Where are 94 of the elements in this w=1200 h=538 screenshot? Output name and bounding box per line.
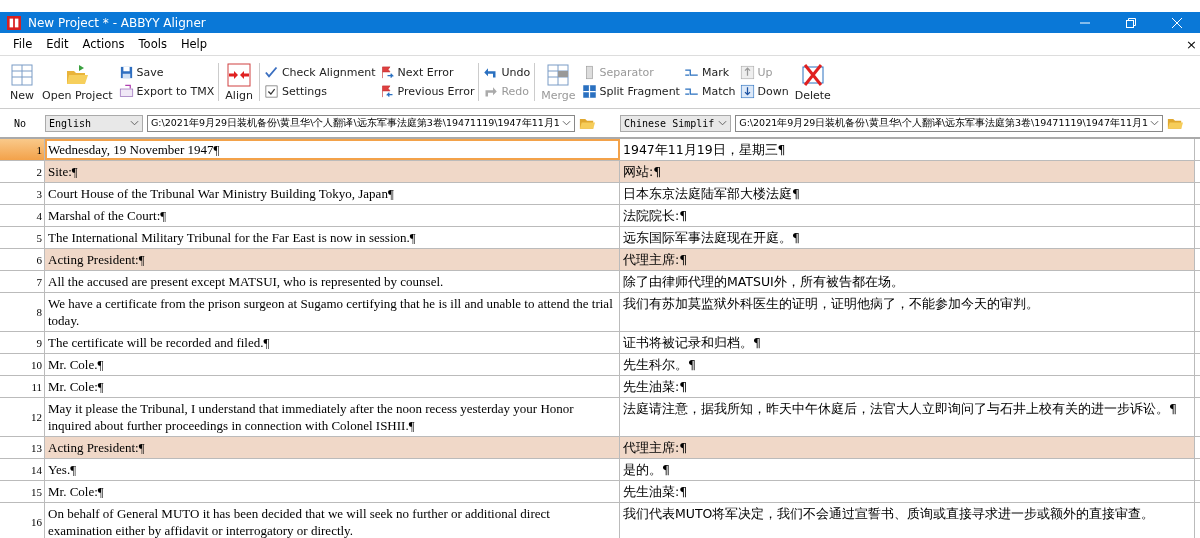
toolbar-button[interactable]: Previous Error — [379, 84, 475, 99]
target-cell[interactable]: 我们代表MUTO将军决定，我们不会通过宣誓书、质询或直接寻求进一步或额外的直接审查。 — [620, 503, 1195, 538]
source-cell[interactable]: Site:¶ — [45, 161, 620, 182]
toolbar-button[interactable]: Save — [118, 65, 215, 80]
row-number[interactable]: 12 — [0, 398, 45, 436]
menu-item[interactable]: Actions — [82, 37, 125, 51]
toolbar-button[interactable]: Next Error — [379, 65, 475, 80]
menu-item[interactable]: Tools — [138, 37, 167, 51]
table-icon — [546, 62, 571, 87]
toolbar-button[interactable]: Mark — [683, 65, 736, 80]
chevron-down-icon — [718, 120, 728, 126]
toolbar-button[interactable]: Check Alignment — [263, 65, 376, 80]
grid-icon — [581, 84, 597, 99]
close-button[interactable]: × — [1186, 36, 1197, 52]
target-cell[interactable]: 我们有苏加莫监狱外科医生的证明，证明他病了，不能参加今天的审判。 — [620, 293, 1195, 331]
window-title: New Project * - ABBYY Aligner — [28, 15, 206, 30]
target-cell[interactable]: 先生油菜:¶ — [620, 481, 1195, 502]
target-cell[interactable]: 先生油菜:¶ — [620, 376, 1195, 397]
toolbar-button[interactable]: Match — [683, 84, 736, 99]
target-cell[interactable]: 法庭请注意，据我所知，昨天中午休庭后，法官大人立即询问了与石井上校有关的进一步诉讼。¶ — [620, 398, 1195, 436]
row-number[interactable]: 1 — [0, 139, 45, 160]
source-cell[interactable]: The International Military Tribunal for the Far East is now in session.¶ — [45, 227, 620, 248]
source-cell[interactable]: Mr. Cole.¶ — [45, 354, 620, 375]
row-number[interactable]: 7 — [0, 271, 45, 292]
toolbar-button[interactable]: Split Fragment — [581, 84, 680, 99]
flag-icon — [379, 65, 395, 80]
row-number[interactable]: 16 — [0, 503, 45, 538]
target-cell[interactable]: 1947年11月19日，星期三¶ — [620, 139, 1195, 160]
row-number[interactable]: 11 — [0, 376, 45, 397]
folder-icon — [65, 62, 90, 87]
language-dropdown[interactable]: Chinese Simplif — [620, 114, 732, 132]
menu-item[interactable]: Help — [180, 37, 208, 51]
row-number[interactable]: 15 — [0, 481, 45, 502]
folder-icon[interactable] — [579, 116, 595, 130]
row-number[interactable]: 3 — [0, 183, 45, 204]
source-cell[interactable]: Acting President:¶ — [45, 249, 620, 270]
folder-icon[interactable] — [1167, 116, 1184, 130]
source-cell[interactable]: All the accused are present except MATSUI, who is represented by counsel. — [45, 271, 620, 292]
target-cell[interactable]: 法院院长:¶ — [620, 205, 1195, 226]
close-icon[interactable] — [1172, 17, 1182, 28]
source-cell[interactable]: Yes.¶ — [45, 459, 620, 480]
menu-item[interactable]: File — [13, 37, 33, 51]
export-icon — [118, 84, 134, 99]
source-cell[interactable]: Acting President:¶ — [45, 437, 620, 458]
target-cell[interactable]: 是的。¶ — [620, 459, 1195, 480]
target-cell[interactable]: 网站:¶ — [620, 161, 1195, 182]
file-path-dropdown[interactable]: G:\2021年9月29日装机备份\黄旦华\个人翻译\远东军事法庭第3卷\19471119\1947年11月1 — [735, 114, 1164, 132]
app-icon — [7, 15, 21, 30]
flag-icon — [379, 84, 395, 99]
target-cell[interactable]: 日本东京法庭陆军部大楼法庭¶ — [620, 183, 1195, 204]
up-icon — [739, 65, 755, 80]
target-cell[interactable]: 代理主席:¶ — [620, 437, 1195, 458]
source-cell[interactable]: The certificate will be recorded and filed.¶ — [45, 332, 620, 353]
toolbar-button[interactable]: Export to TMX — [118, 84, 215, 99]
toolbar-button[interactable]: Down — [739, 84, 789, 99]
row-number[interactable]: 9 — [0, 332, 45, 353]
target-cell[interactable]: 证书将被记录和归档。¶ — [620, 332, 1195, 353]
arrows-icon — [227, 62, 252, 87]
restore-icon[interactable] — [1126, 17, 1136, 28]
table-icon — [10, 62, 34, 87]
column-heading: No — [13, 117, 28, 129]
toolbar-button[interactable]: Settings — [263, 84, 376, 99]
source-cell[interactable]: On behalf of General MUTO it has been decided that we will seek no further or additional direct examination either by affidavit or interrogatory or directly. — [45, 503, 620, 538]
toolbar-button[interactable]: Open Project — [40, 62, 115, 102]
target-cell[interactable]: 除了由律师代理的MATSUI外，所有被告都在场。 — [620, 271, 1195, 292]
menu-item[interactable]: Edit — [46, 37, 69, 51]
language-dropdown[interactable]: English — [45, 114, 143, 132]
source-cell[interactable]: May it please the Tribunal, I understand that immediately after the noon recess yesterday your Honor inquired about further proceedings in connection with Colonel ISHII.¶ — [45, 398, 620, 436]
row-number[interactable]: 4 — [0, 205, 45, 226]
source-cell[interactable]: Mr. Cole:¶ — [45, 481, 620, 502]
check-icon — [263, 65, 279, 80]
toolbar-button[interactable]: Align — [223, 62, 255, 102]
checkbox-icon — [263, 84, 279, 99]
target-cell[interactable]: 远东国际军事法庭现在开庭。¶ — [620, 227, 1195, 248]
row-number[interactable]: 14 — [0, 459, 45, 480]
source-cell[interactable]: Court House of the Tribunal War Ministry Building Tokyo, Japan¶ — [45, 183, 620, 204]
row-number[interactable]: 8 — [0, 293, 45, 331]
toolbar-button[interactable]: Delete — [792, 62, 833, 102]
source-cell[interactable]: Wednesday, 19 November 1947¶ — [45, 139, 620, 160]
delete-icon — [800, 62, 825, 87]
source-cell[interactable]: Mr. Cole:¶ — [45, 376, 620, 397]
chevron-down-icon — [130, 120, 139, 126]
target-cell[interactable]: 代理主席:¶ — [620, 249, 1195, 270]
toolbar-button[interactable]: Undo — [483, 65, 531, 80]
toolbar-button[interactable]: New — [8, 62, 36, 102]
row-number[interactable]: 5 — [0, 227, 45, 248]
source-cell[interactable]: Marshal of the Court:¶ — [45, 205, 620, 226]
file-path-dropdown[interactable]: G:\2021年9月29日装机备份\黄旦华\个人翻译\远东军事法庭第3卷\19471119\1947年11月1 — [147, 114, 575, 132]
row-number[interactable]: 10 — [0, 354, 45, 375]
source-cell[interactable]: We have a certificate from the prison surgeon at Sugamo certifying that he is ill and unable to attend the trial today. — [45, 293, 620, 331]
target-cell[interactable]: 先生科尔。¶ — [620, 354, 1195, 375]
chevron-down-icon — [1150, 120, 1160, 126]
down-icon — [739, 84, 755, 99]
chevron-down-icon — [562, 120, 571, 126]
